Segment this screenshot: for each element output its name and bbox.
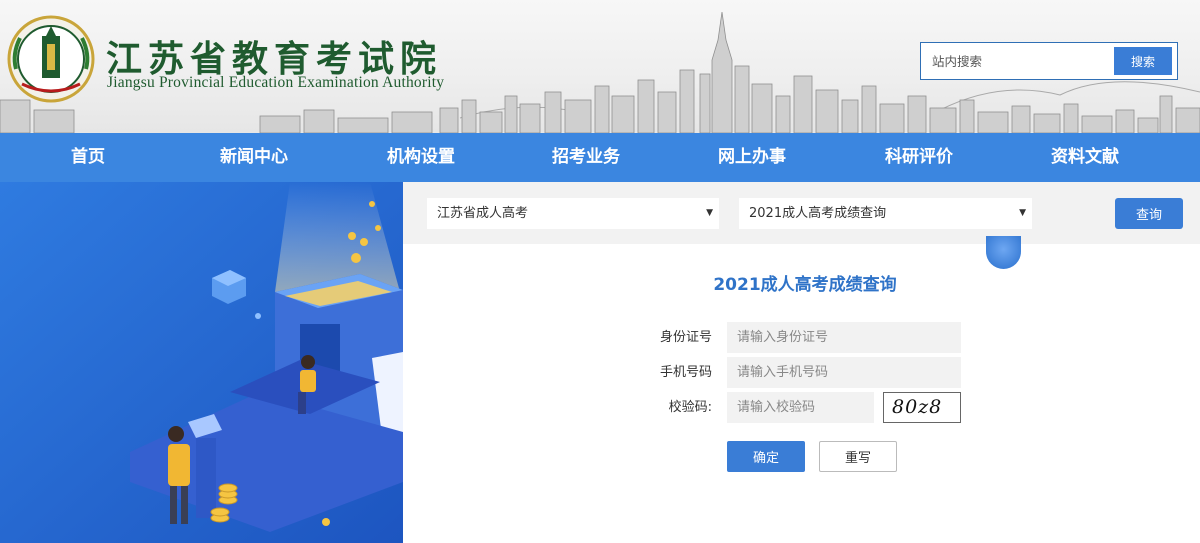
- site-title-english: Jiangsu Provincial Education Examination…: [107, 74, 445, 91]
- site-search-input[interactable]: [921, 43, 1111, 79]
- search-button[interactable]: 搜索: [1114, 47, 1172, 75]
- site-header: 江苏省教育考试院 Jiangsu Provincial Education Ex…: [0, 0, 1200, 133]
- captcha-input[interactable]: [727, 392, 874, 423]
- nav-item-organization[interactable]: 机构设置: [387, 133, 455, 182]
- exam-item-select[interactable]: 2021成人高考成绩查询 ▼: [739, 198, 1032, 229]
- confirm-button[interactable]: 确定: [727, 441, 805, 472]
- reset-button[interactable]: 重写: [819, 441, 897, 472]
- nav-item-news[interactable]: 新闻中心: [220, 133, 288, 182]
- id-number-label: 身份证号: [659, 330, 712, 345]
- exam-category-selected: 江苏省成人高考: [437, 206, 529, 221]
- exam-filter-bar: 江苏省成人高考 ▼ 2021成人高考成绩查询 ▼ 查询: [403, 182, 1200, 244]
- nav-item-home[interactable]: 首页: [71, 133, 105, 182]
- phone-number-input[interactable]: [727, 357, 961, 388]
- query-button[interactable]: 查询: [1115, 198, 1183, 229]
- decorative-circle: [986, 236, 1021, 269]
- exam-category-select[interactable]: 江苏省成人高考 ▼: [427, 198, 719, 229]
- captcha-image[interactable]: 80z8: [883, 392, 961, 423]
- main-navigation: 首页 新闻中心 机构设置 招考业务 网上办事 科研评价 资料文献: [0, 133, 1200, 182]
- nav-item-research[interactable]: 科研评价: [885, 133, 953, 182]
- id-number-input[interactable]: [727, 322, 961, 353]
- authority-emblem-logo: [7, 15, 95, 103]
- captcha-label: 校验码:: [668, 400, 712, 415]
- nav-item-exam-business[interactable]: 招考业务: [552, 133, 620, 182]
- nav-item-online-service[interactable]: 网上办事: [718, 133, 786, 182]
- chevron-down-icon: ▼: [706, 208, 713, 218]
- score-query-illustration: [0, 182, 403, 543]
- phone-number-label: 手机号码: [659, 365, 712, 380]
- nav-item-documents[interactable]: 资料文献: [1051, 133, 1119, 182]
- exam-item-selected: 2021成人高考成绩查询: [749, 206, 887, 221]
- captcha-code: 80z8: [892, 396, 943, 418]
- site-search: 搜索: [920, 42, 1178, 80]
- form-title: 2021成人高考成绩查询: [713, 275, 897, 295]
- chevron-down-icon: ▼: [1019, 208, 1026, 218]
